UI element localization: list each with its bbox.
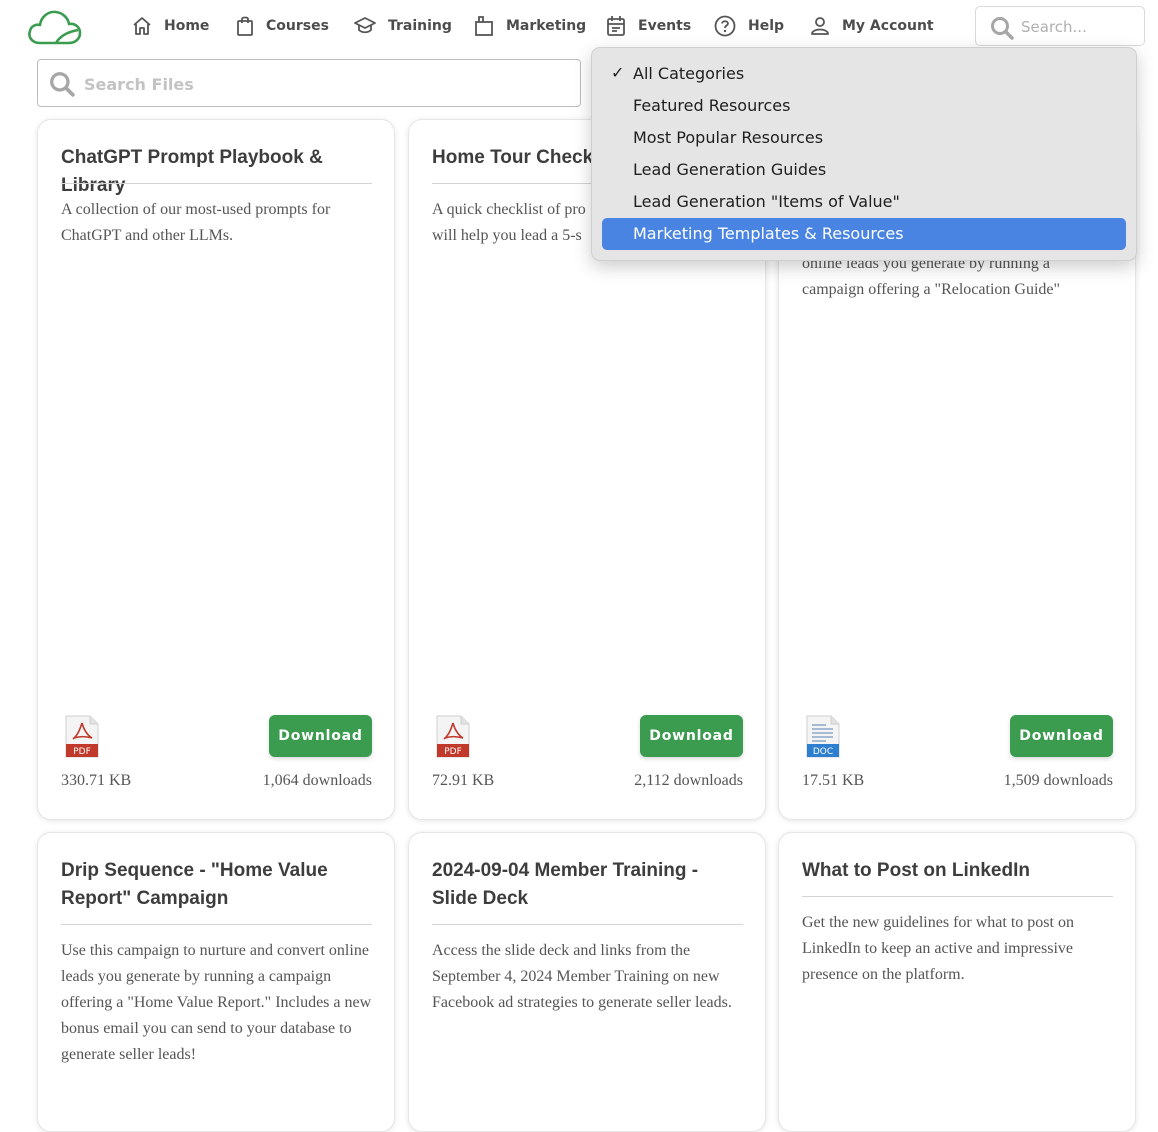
resource-card: Drip Sequence - "Home Value Report" Camp… — [37, 832, 395, 1132]
divider — [432, 924, 743, 925]
pdf-label: PDF — [73, 747, 91, 757]
card-description: Access the slide deck and links from the… — [432, 942, 732, 1011]
category-option-items-of-value[interactable]: Lead Generation "Items of Value" — [602, 186, 1126, 218]
option-label: Featured Resources — [633, 96, 791, 115]
download-count: 1,064 downloads — [262, 772, 372, 789]
file-search-input[interactable] — [84, 72, 564, 96]
divider — [61, 924, 372, 925]
nav-my-account[interactable]: My Account — [810, 12, 934, 40]
nav-training[interactable]: Training — [354, 12, 452, 40]
nav-courses-label: Courses — [266, 18, 329, 34]
option-label: All Categories — [633, 64, 745, 83]
file-size: 72.91 KB — [432, 772, 495, 789]
nav-training-label: Training — [388, 18, 452, 34]
file-search — [37, 59, 581, 107]
card-description: A collection of our most-used prompts fo… — [61, 201, 331, 244]
nav-my-account-label: My Account — [842, 18, 934, 34]
top-nav: Home Courses Training Marketing Events H… — [0, 0, 1158, 52]
card-title: Drip Sequence - "Home Value Report" Camp… — [61, 860, 328, 909]
shopping-bag-icon — [237, 16, 253, 36]
resource-card: What to Post on LinkedIn Get the new gui… — [778, 832, 1136, 1132]
pdf-label: PDF — [444, 747, 462, 757]
resource-card: ChatGPT Prompt Playbook & Library A coll… — [37, 119, 395, 820]
user-icon — [811, 17, 829, 35]
nav-help[interactable]: Help — [714, 12, 784, 40]
download-count: 1,509 downloads — [1003, 772, 1113, 789]
megaphone-icon — [475, 16, 493, 36]
download-count: 2,112 downloads — [634, 772, 743, 789]
nav-events-label: Events — [638, 18, 692, 34]
divider — [802, 896, 1113, 897]
card-title: 2024-09-04 Member Training - Slide Deck — [432, 860, 699, 909]
option-label: Lead Generation "Items of Value" — [633, 192, 900, 211]
category-option-most-popular[interactable]: Most Popular Resources — [602, 122, 1126, 154]
doc-label: DOC — [813, 747, 833, 757]
option-label: Marketing Templates & Resources — [633, 224, 904, 243]
nav-courses[interactable]: Courses — [236, 12, 329, 40]
home-icon — [133, 17, 151, 35]
nav-marketing[interactable]: Marketing — [474, 12, 586, 40]
pdf-file-icon: PDF — [65, 715, 99, 758]
site-search-input[interactable] — [1021, 15, 1139, 39]
download-button[interactable]: Download — [640, 715, 743, 757]
search-icon — [991, 17, 1014, 40]
category-option-marketing-templates[interactable]: Marketing Templates & Resources — [602, 218, 1126, 250]
checkmark-icon: ✓ — [611, 63, 625, 82]
download-button[interactable]: Download — [269, 715, 372, 757]
category-option-lead-gen-guides[interactable]: Lead Generation Guides — [602, 154, 1126, 186]
graduation-cap-icon — [354, 17, 376, 34]
card-description: Use this campaign to nurture and convert… — [61, 942, 372, 1063]
card-title: ChatGPT Prompt Playbook & Library — [61, 147, 323, 196]
cloud-logo-icon[interactable] — [26, 8, 82, 46]
category-option-featured[interactable]: Featured Resources — [602, 90, 1126, 122]
nav-help-label: Help — [748, 18, 785, 34]
category-dropdown-menu: ✓ All Categories Featured Resources Most… — [591, 47, 1137, 261]
download-button[interactable]: Download — [1010, 715, 1113, 757]
doc-file-icon: DOC — [806, 715, 840, 758]
site-search — [975, 6, 1145, 46]
file-size: 330.71 KB — [61, 772, 132, 789]
nav-marketing-label: Marketing — [506, 18, 587, 34]
card-description: A quick checklist of pro will help you l… — [432, 201, 586, 244]
option-label: Most Popular Resources — [633, 128, 824, 147]
option-label: Lead Generation Guides — [633, 160, 827, 179]
resource-card: 2024-09-04 Member Training - Slide Deck … — [408, 832, 766, 1132]
card-title: What to Post on LinkedIn — [802, 860, 1030, 881]
nav-home-label: Home — [164, 18, 210, 34]
pdf-file-icon: PDF — [436, 715, 470, 758]
divider — [61, 183, 372, 184]
card-description: Get the new guidelines for what to post … — [802, 914, 1074, 983]
calendar-icon — [607, 16, 625, 36]
nav-home[interactable]: Home — [132, 12, 209, 40]
file-size: 17.51 KB — [802, 772, 865, 789]
search-icon — [50, 72, 75, 97]
nav-events[interactable]: Events — [606, 12, 691, 40]
question-circle-icon — [714, 15, 736, 37]
category-option-all[interactable]: ✓ All Categories — [602, 58, 1126, 90]
